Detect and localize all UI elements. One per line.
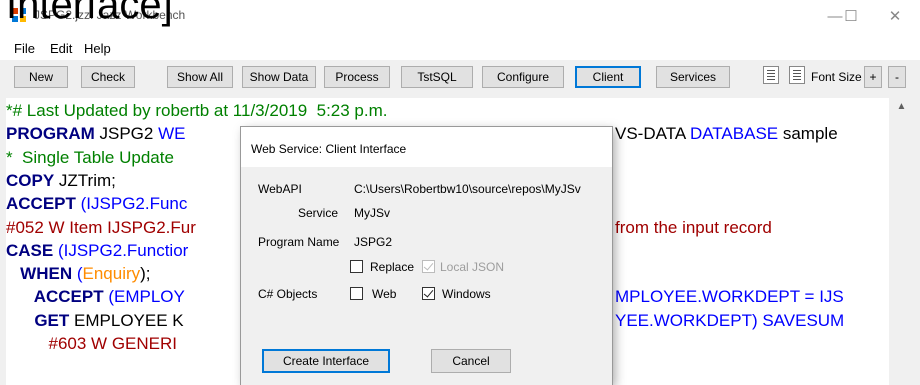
show-data-button[interactable]: Show Data (242, 66, 316, 88)
code-line: #052 W Item IJSPG2.Fur (6, 218, 196, 238)
windows-label: Windows (442, 287, 491, 301)
program-name-value: JSPG2 (354, 235, 393, 249)
code-token: COPY (6, 170, 55, 190)
code-token: ACCEPT (6, 194, 76, 214)
code-token: ( (72, 264, 83, 284)
code-token: JZTrim; (54, 170, 116, 190)
code-line: PROGRAM JSPG2 WE (6, 124, 185, 144)
code-line: * Single Table Update (6, 148, 174, 168)
program-name-label: Program Name (258, 235, 340, 249)
code-token: (EMPLOY (103, 287, 185, 307)
client-interface-dialog: Web Service: Client Interface WebAPI C:\… (241, 127, 612, 385)
csharp-objects-label: C# Objects (258, 287, 318, 301)
check-button[interactable]: Check (81, 66, 135, 88)
indent-icon[interactable] (763, 66, 779, 84)
maximize-button[interactable]: ☐ (836, 6, 866, 28)
code-line: *# Last Updated by robertb at 11/3/2019 … (6, 101, 388, 121)
code-token: DATABASE (689, 124, 779, 144)
outdent-icon[interactable] (789, 66, 805, 84)
menu-file[interactable]: File (14, 41, 35, 56)
menu-bar: File Edit Help (0, 36, 920, 60)
web-checkbox[interactable] (350, 287, 363, 300)
toolbar: New Check Show All Show Data Process Tst… (0, 60, 920, 94)
font-size-decrease-button[interactable]: - (888, 66, 906, 88)
font-size-increase-button[interactable]: + (864, 66, 882, 88)
close-button[interactable]: ✕ (880, 6, 910, 28)
code-token: sample (778, 124, 838, 144)
code-token: *# Last Updated by robertb at 11/3/2019 … (6, 101, 388, 120)
code-line-continuation: VS-DATA DATABASE sample (615, 124, 838, 144)
scroll-up-icon[interactable]: ▲ (893, 98, 910, 115)
code-token: WHEN (6, 264, 73, 284)
code-line: ACCEPT (EMPLOY (6, 287, 185, 307)
local-json-checkbox[interactable] (422, 260, 435, 273)
services-button[interactable]: Services (656, 66, 730, 88)
process-button[interactable]: Process (324, 66, 390, 88)
code-token: ACCEPT (6, 287, 104, 307)
font-size-label: Font Size (811, 70, 862, 84)
code-token: EMPLOYEE K (69, 310, 184, 330)
dialog-title-bar: Web Service: Client Interface (241, 127, 612, 167)
code-token: MPLOYEE.WORKDEPT = IJS (615, 287, 844, 307)
vertical-scrollbar[interactable]: ▲ (893, 98, 910, 385)
cancel-button[interactable]: Cancel (431, 349, 511, 373)
code-line-continuation: YEE.WORKDEPT) SAVESUM (615, 311, 844, 331)
client-button[interactable]: Client (575, 66, 641, 88)
replace-label: Replace (370, 260, 415, 274)
local-json-label: Local JSON (440, 260, 505, 274)
code-line-continuation: from the input record (615, 218, 772, 238)
service-value: MyJSv (354, 206, 390, 220)
code-line: GET EMPLOYEE K (6, 310, 184, 331)
web-label: Web (372, 287, 397, 301)
code-line: ACCEPT (IJSPG2.Func (6, 194, 187, 214)
overlay-caption: Interface] (6, 0, 173, 27)
code-token: from the input record (615, 217, 772, 237)
code-token: Enquiry (82, 264, 141, 284)
new-button[interactable]: New (14, 66, 68, 88)
code-token: JSPG2 (94, 124, 159, 144)
replace-checkbox[interactable] (350, 260, 363, 273)
code-token: ); (140, 264, 151, 284)
code-token: YEE.WORKDEPT) SAVESUM (615, 310, 845, 330)
windows-checkbox[interactable] (422, 287, 435, 300)
code-token: * Single Table Update (6, 147, 174, 167)
service-label: Service (298, 206, 339, 220)
tstsql-button[interactable]: TstSQL (401, 66, 473, 88)
webapi-label: WebAPI (258, 182, 302, 196)
code-token: GET (6, 310, 70, 330)
code-token: WE (158, 124, 186, 144)
code-token: (IJSPG2.Functior (53, 240, 189, 260)
code-token: (IJSPG2.Func (75, 194, 188, 214)
show-all-button[interactable]: Show All (167, 66, 233, 88)
code-token: #052 W Item IJSPG2.Fur (6, 217, 196, 237)
code-line: WHEN (Enquiry); (6, 264, 151, 284)
code-token: VS-DATA (615, 124, 690, 144)
code-line: CASE (IJSPG2.Functior (6, 241, 188, 261)
configure-button[interactable]: Configure (482, 66, 564, 88)
menu-help[interactable]: Help (84, 41, 111, 56)
dialog-title: Web Service: Client Interface (251, 142, 407, 156)
create-interface-button[interactable]: Create Interface (262, 349, 390, 373)
menu-edit[interactable]: Edit (50, 41, 72, 56)
code-line: #603 W GENERI (6, 334, 178, 354)
code-line-continuation: MPLOYEE.WORKDEPT = IJS (615, 287, 844, 307)
code-token: CASE (6, 240, 54, 260)
code-line: COPY JZTrim; (6, 171, 116, 191)
code-token: PROGRAM (6, 124, 95, 144)
code-token: #603 W GENERI (6, 334, 178, 353)
webapi-value: C:\Users\Robertbw10\source\repos\MyJSv (354, 182, 581, 196)
